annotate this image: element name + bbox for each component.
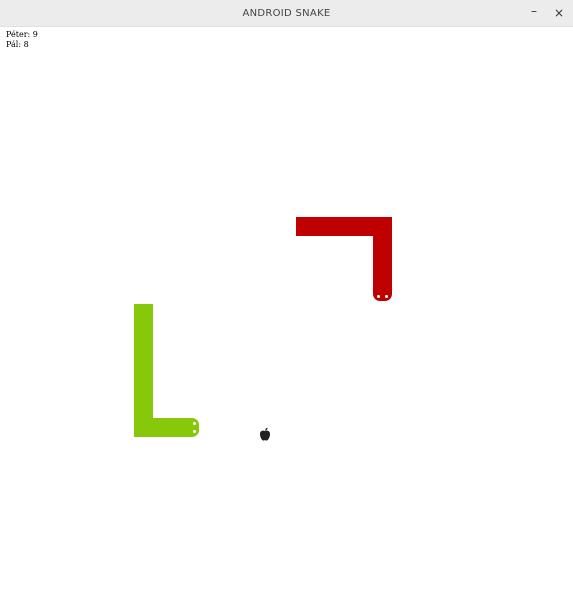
snake-green-body-horizontal xyxy=(134,418,192,437)
player-name: Pál xyxy=(6,40,19,49)
player-score: 9 xyxy=(32,30,38,39)
snake-green-eye-top xyxy=(193,422,196,425)
snake-red-head xyxy=(373,290,392,301)
apple-icon xyxy=(259,427,271,441)
snake-red-eye-right xyxy=(385,295,388,298)
title-bar[interactable]: ANDROID SNAKE – × xyxy=(0,0,573,27)
scoreboard: Péter: 9 Pál: 8 xyxy=(6,30,38,50)
snake-red-eye-left xyxy=(377,295,380,298)
snake-green-head xyxy=(188,418,199,437)
player-name: Péter xyxy=(6,30,28,39)
snake-red-body-vertical xyxy=(373,217,392,294)
score-line-player-1: Péter: 9 xyxy=(6,30,38,39)
game-window: ANDROID SNAKE – × Péter: 9 Pál: 8 xyxy=(0,0,573,600)
player-score: 8 xyxy=(23,40,29,49)
score-line-player-2: Pál: 8 xyxy=(6,40,29,49)
minimize-button[interactable]: – xyxy=(524,4,544,23)
snake-green-eye-bottom xyxy=(193,430,196,433)
window-title: ANDROID SNAKE xyxy=(242,8,331,19)
close-button[interactable]: × xyxy=(549,4,569,23)
